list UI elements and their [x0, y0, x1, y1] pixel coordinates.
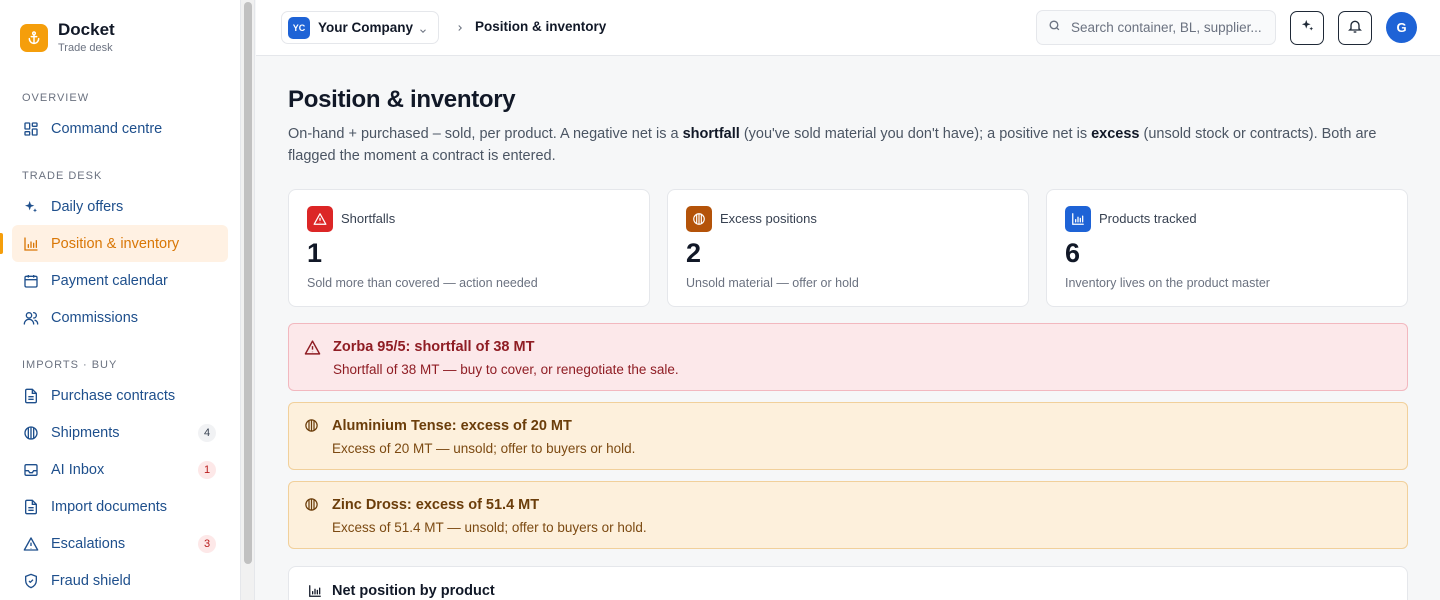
- inbox-icon: [23, 462, 39, 478]
- page-description: On-hand + purchased – sold, per product.…: [288, 126, 1377, 164]
- notifications-button[interactable]: [1338, 11, 1372, 45]
- search-icon: [1048, 19, 1061, 37]
- sidebar-item-label: Position & inventory: [51, 235, 180, 252]
- sidebar-scrollbar[interactable]: [240, 0, 255, 600]
- sidebar-item-daily-offers[interactable]: Daily offers: [12, 188, 228, 225]
- sidebar-item-commissions[interactable]: Commissions: [12, 299, 228, 336]
- bar-chart-icon: [23, 236, 39, 252]
- alert-excess[interactable]: Aluminium Tense: excess of 20 MT Excess …: [288, 402, 1408, 470]
- document-icon: [23, 499, 39, 515]
- sidebar-item-import-documents[interactable]: Import documents: [12, 488, 228, 525]
- sidebar-item-ai-inbox[interactable]: AI Inbox 1: [12, 451, 228, 488]
- stat-help: Inventory lives on the product master: [1065, 276, 1270, 290]
- topbar: YC Your Company Position & inventory G: [256, 0, 1440, 56]
- bar-chart-icon: [1065, 206, 1091, 232]
- stat-label: Products tracked: [1099, 211, 1197, 226]
- sidebar-item-label: Payment calendar: [51, 272, 168, 289]
- nav-section-imports-buy: IMPORTS · BUY: [22, 359, 118, 371]
- calendar-icon: [23, 273, 39, 289]
- net-position-panel: Net position by product: [288, 566, 1408, 600]
- sidebar-item-label: Shipments: [51, 424, 120, 441]
- shield-icon: [23, 573, 39, 589]
- stat-value: 6: [1065, 238, 1081, 268]
- sidebar-nav: OVERVIEW Command centre TRADE DESK Daily…: [0, 86, 228, 599]
- sidebar-item-label: Purchase contracts: [51, 387, 176, 404]
- sidebar-item-label: Import documents: [51, 498, 168, 515]
- sidebar: Docket Trade desk OVERVIEW Command centr…: [0, 0, 240, 600]
- stat-card-excess: Excess positions 2 Unsold material — off…: [667, 189, 1029, 307]
- ai-inbox-count-badge: 1: [198, 461, 216, 479]
- sidebar-item-label: AI Inbox: [51, 461, 105, 478]
- sidebar-item-label: Commissions: [51, 309, 139, 326]
- users-icon: [23, 310, 39, 326]
- sidebar-item-payment-calendar[interactable]: Payment calendar: [12, 262, 228, 299]
- stat-card-products-tracked: Products tracked 6 Inventory lives on th…: [1046, 189, 1408, 307]
- ai-assist-button[interactable]: [1290, 11, 1324, 45]
- scrollbar-thumb[interactable]: [244, 2, 252, 564]
- shipments-count-badge: 4: [198, 424, 216, 442]
- search-input[interactable]: [1071, 20, 1266, 35]
- sidebar-item-label: Daily offers: [51, 198, 124, 215]
- alert-title: Aluminium Tense: excess of 20 MT: [332, 418, 572, 434]
- company-name: Your Company: [318, 20, 414, 35]
- nav-section-overview: OVERVIEW: [22, 92, 90, 104]
- sparkle-icon: [23, 199, 39, 215]
- sidebar-item-purchase-contracts[interactable]: Purchase contracts: [12, 377, 228, 414]
- brand-name: Docket: [58, 20, 115, 39]
- stat-card-shortfalls: Shortfalls 1 Sold more than covered — ac…: [288, 189, 650, 307]
- sparkle-icon: [1300, 18, 1315, 38]
- sidebar-item-command-centre[interactable]: Command centre: [12, 110, 228, 147]
- sidebar-item-escalations[interactable]: Escalations 3: [12, 525, 228, 562]
- page-title: Position & inventory: [288, 86, 516, 113]
- bar-chart-icon: [308, 584, 322, 600]
- sidebar-item-label: Fraud shield: [51, 572, 131, 589]
- bell-icon: [1347, 18, 1363, 39]
- user-avatar[interactable]: G: [1386, 12, 1417, 43]
- search-box[interactable]: [1036, 10, 1276, 45]
- sidebar-item-label: Escalations: [51, 535, 126, 552]
- container-icon: [304, 497, 319, 517]
- alert-text: Excess of 20 MT — unsold; offer to buyer…: [332, 441, 636, 456]
- alert-shortfall[interactable]: Zorba 95/5: shortfall of 38 MT Shortfall…: [288, 323, 1408, 391]
- warning-icon: [23, 536, 39, 552]
- sidebar-item-position-inventory[interactable]: Position & inventory: [0, 225, 228, 262]
- chevron-right-icon: [455, 21, 465, 39]
- sidebar-item-label: Command centre: [51, 120, 163, 137]
- sidebar-item-fraud-shield[interactable]: Fraud shield: [12, 562, 228, 599]
- alert-title: Zorba 95/5: shortfall of 38 MT: [333, 339, 535, 355]
- container-icon: [304, 418, 319, 438]
- alert-excess[interactable]: Zinc Dross: excess of 51.4 MT Excess of …: [288, 481, 1408, 549]
- container-icon: [686, 206, 712, 232]
- stat-help: Sold more than covered — action needed: [307, 276, 538, 290]
- stat-label: Shortfalls: [341, 211, 396, 226]
- anchor-icon: [20, 23, 48, 52]
- company-initials: YC: [288, 16, 310, 39]
- stat-value: 2: [686, 238, 702, 268]
- warning-icon: [304, 339, 321, 361]
- container-icon: [23, 425, 39, 441]
- nav-section-trade-desk: TRADE DESK: [22, 170, 103, 182]
- escalations-count-badge: 3: [198, 535, 216, 553]
- company-switcher[interactable]: YC Your Company: [281, 11, 439, 44]
- alert-text: Shortfall of 38 MT — buy to cover, or re…: [333, 362, 679, 377]
- alert-title: Zinc Dross: excess of 51.4 MT: [332, 497, 540, 513]
- alert-text: Excess of 51.4 MT — unsold; offer to buy…: [332, 520, 647, 535]
- brand[interactable]: Docket Trade desk: [20, 20, 115, 55]
- panel-title: Net position by product: [332, 583, 495, 599]
- chevron-down-icon: [418, 23, 428, 41]
- document-icon: [23, 388, 39, 404]
- brand-subtitle: Trade desk: [58, 42, 113, 54]
- stat-help: Unsold material — offer or hold: [686, 276, 859, 290]
- stat-label: Excess positions: [720, 211, 817, 226]
- sidebar-item-shipments[interactable]: Shipments 4: [12, 414, 228, 451]
- breadcrumb-current: Position & inventory: [475, 19, 607, 34]
- grid-icon: [23, 121, 39, 137]
- stat-value: 1: [307, 238, 323, 268]
- warning-icon: [307, 206, 333, 232]
